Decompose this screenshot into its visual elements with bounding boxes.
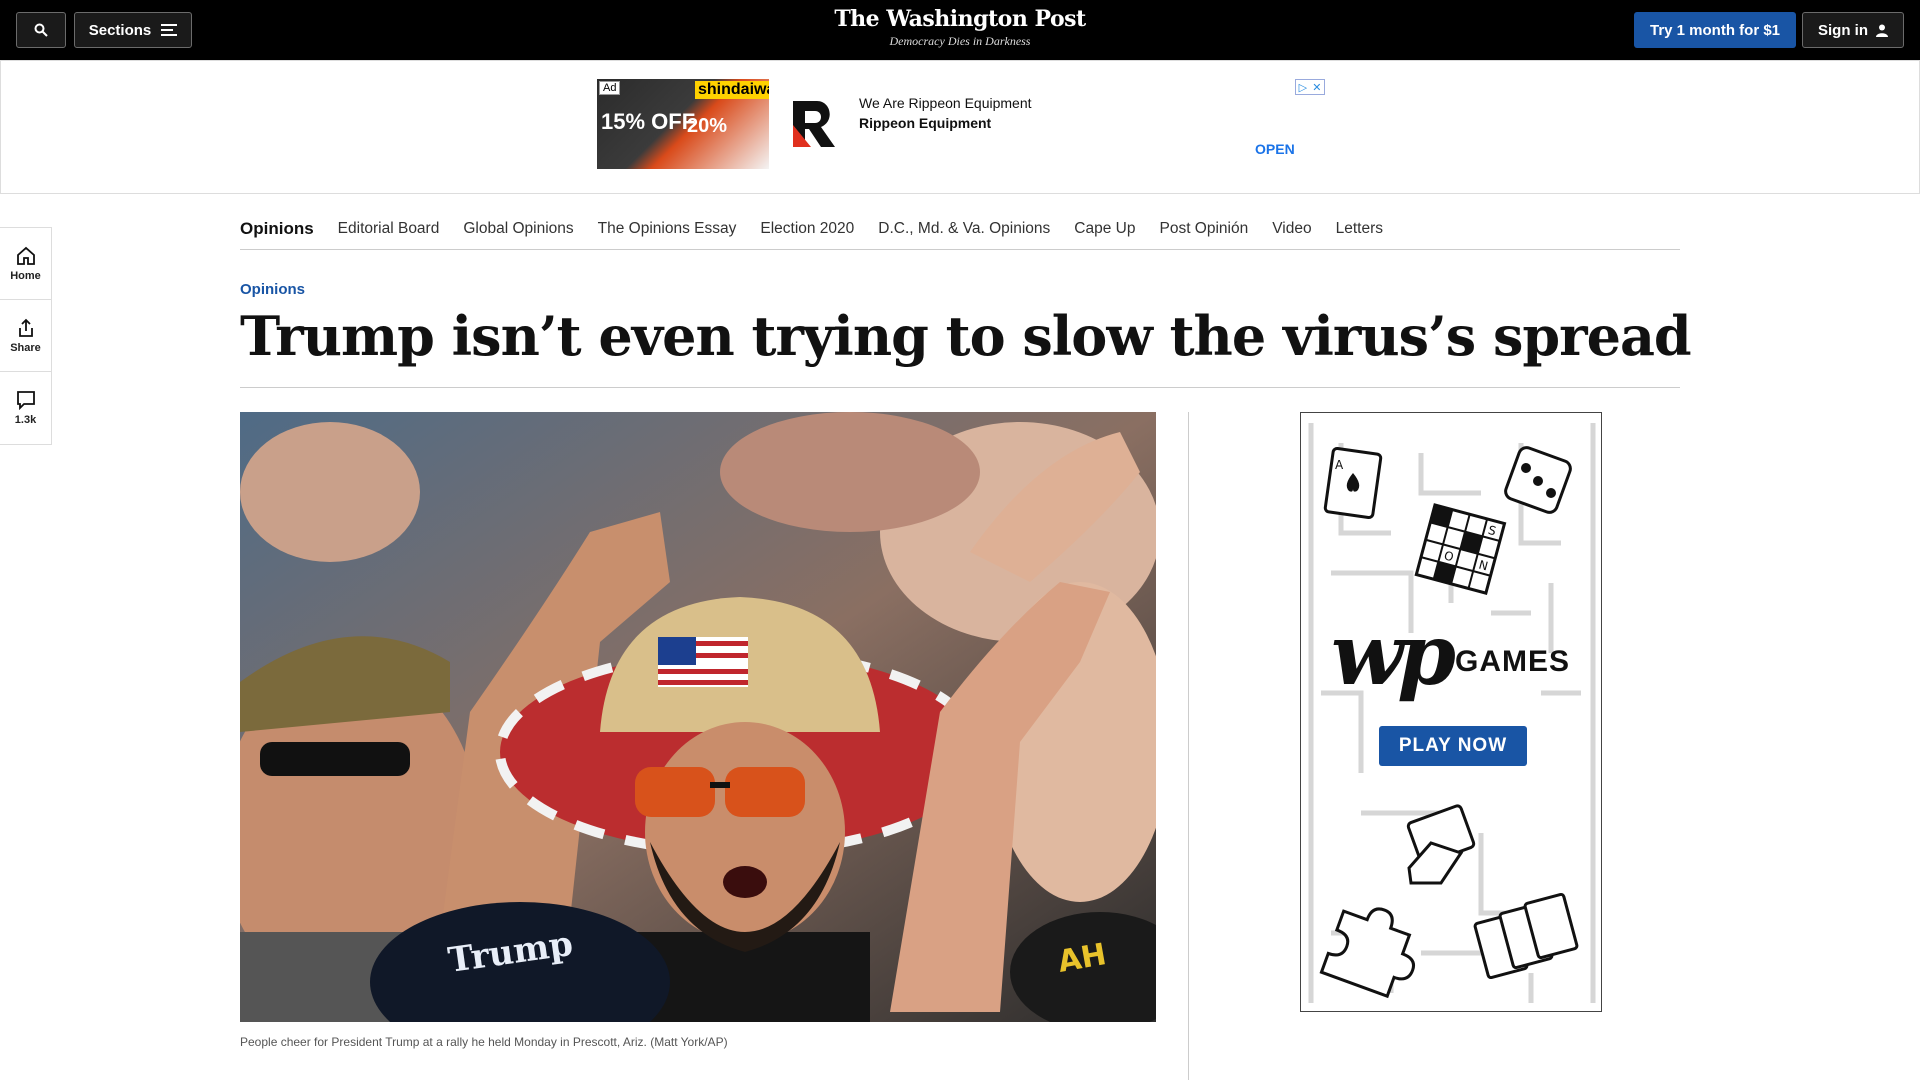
wp-games-ad[interactable]: A S O N wp GAMES PLAY NOW — [1300, 412, 1602, 1012]
mahjong-tiles-icon — [1473, 892, 1579, 980]
home-label: Home — [10, 269, 41, 282]
share-button[interactable]: Share — [0, 300, 51, 372]
dice-icon — [1504, 446, 1572, 514]
nav-item-video[interactable]: Video — [1272, 220, 1311, 238]
ad-promo-left: 15% OFF — [601, 109, 696, 134]
comment-count: 1.3k — [14, 414, 37, 426]
nav-item-election-2020[interactable]: Election 2020 — [760, 220, 854, 238]
sign-in-label: Sign in — [1818, 21, 1868, 39]
nav-item-dc-md-va[interactable]: D.C., Md. & Va. Opinions — [878, 220, 1050, 238]
play-now-button[interactable]: PLAY NOW — [1379, 726, 1527, 766]
sign-in-button[interactable]: Sign in — [1802, 12, 1904, 48]
ad-image[interactable]: Ad shindaiwa 15% OFF 20% — [597, 79, 769, 169]
user-icon — [1876, 24, 1888, 37]
site-tagline: Democracy Dies in Darkness — [889, 34, 1031, 48]
share-label: Share — [10, 341, 41, 354]
nav-item-post-opinion[interactable]: Post Opinión — [1159, 220, 1248, 238]
ad-label: Ad — [599, 81, 621, 95]
wp-wordmark: wp — [1331, 605, 1456, 704]
nav-item-opinions-essay[interactable]: The Opinions Essay — [598, 220, 737, 238]
hand-card-icon — [1406, 804, 1476, 885]
home-button[interactable]: Home — [0, 228, 51, 300]
comment-icon — [16, 391, 35, 410]
ad-open-button[interactable]: OPEN — [1255, 141, 1295, 157]
adchoices-icon[interactable]: ▷ ✕ — [1295, 79, 1325, 95]
left-action-rail: Home Share 1.3k — [0, 227, 52, 445]
top-nav-bar: Sections The Washington Post Democracy D… — [0, 0, 1920, 60]
ad-promo-right: 20% — [687, 115, 728, 137]
photo-caption: People cheer for President Trump at a ra… — [240, 1035, 728, 1049]
maze-background-icon: A S O N — [1308, 423, 1596, 1003]
opinions-nav: Opinions Editorial Board Global Opinions… — [240, 208, 1680, 250]
rippeon-logo-icon[interactable] — [785, 95, 843, 153]
rally-crowd-image: Trump AH — [240, 412, 1156, 1022]
nav-item-editorial-board[interactable]: Editorial Board — [338, 220, 440, 238]
article-kicker[interactable]: Opinions — [240, 281, 305, 298]
puzzle-piece-icon — [1319, 907, 1416, 999]
share-icon — [18, 318, 33, 337]
nav-item-global-opinions[interactable]: Global Opinions — [463, 220, 573, 238]
headline-divider — [240, 387, 1680, 388]
ad-headline[interactable]: We Are Rippeon Equipment — [859, 95, 1032, 111]
nav-item-opinions[interactable]: Opinions — [240, 219, 314, 239]
site-logo[interactable]: The Washington Post — [0, 6, 1920, 32]
nav-item-cape-up[interactable]: Cape Up — [1074, 220, 1135, 238]
svg-text:A: A — [1335, 458, 1344, 472]
masthead[interactable]: The Washington Post Democracy Dies in Da… — [0, 6, 1920, 49]
games-label: GAMES — [1455, 645, 1571, 678]
ad-promo-brand: shindaiwa — [695, 81, 769, 99]
crossword-icon: S O N — [1414, 503, 1507, 595]
home-icon — [16, 246, 35, 265]
comments-button[interactable]: 1.3k — [0, 372, 51, 444]
column-divider — [1188, 412, 1189, 1080]
nav-item-letters[interactable]: Letters — [1336, 220, 1383, 238]
subscribe-button[interactable]: Try 1 month for $1 — [1634, 12, 1796, 48]
lead-photo[interactable]: Trump AH — [240, 412, 1156, 1022]
article-headline: Trump isn’t even trying to slow the viru… — [240, 304, 1692, 368]
playing-card-icon: A — [1323, 446, 1383, 520]
top-ad-banner: Ad shindaiwa 15% OFF 20% We Are Rippeon … — [0, 60, 1920, 194]
ad-advertiser[interactable]: Rippeon Equipment — [859, 115, 991, 131]
